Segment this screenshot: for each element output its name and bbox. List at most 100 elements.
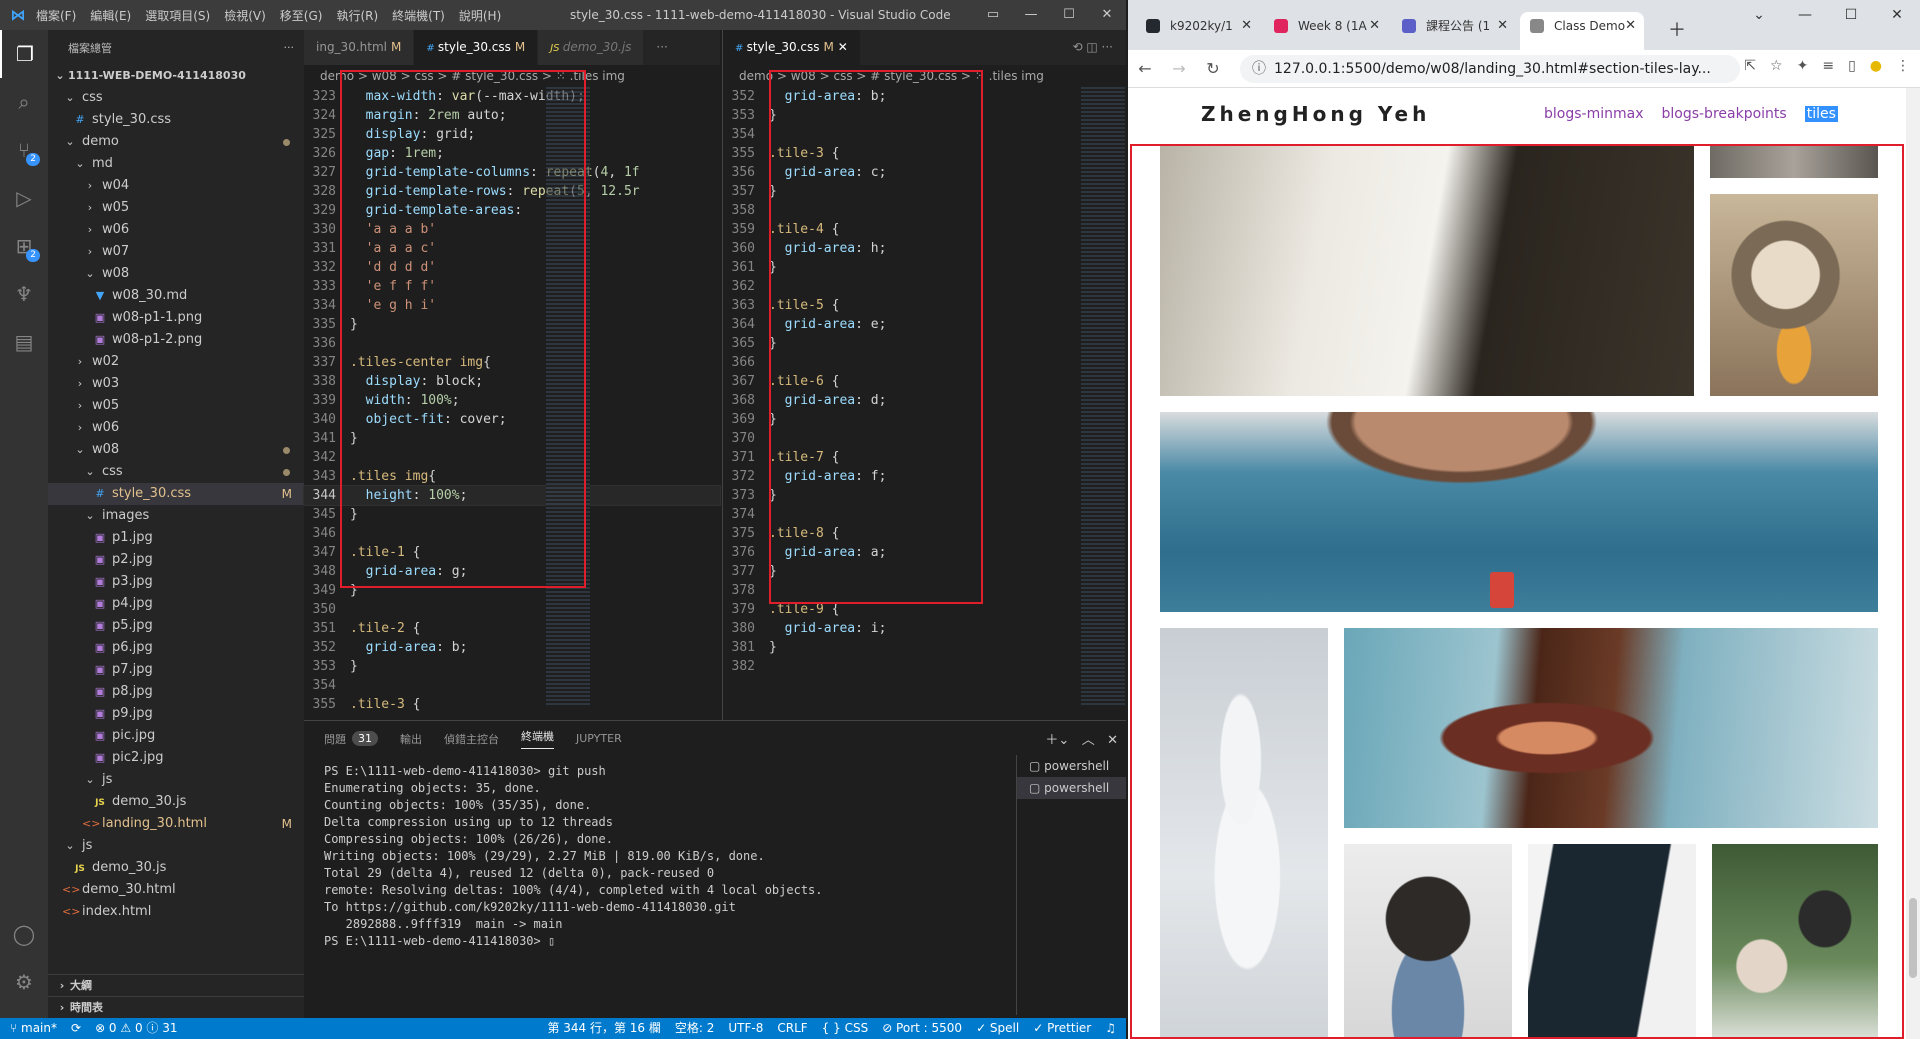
minimize-button[interactable]: — [1012,0,1050,30]
cursor-position[interactable]: 第 344 行，第 16 欄 [547,1018,660,1039]
tree-item[interactable]: ▣ p4.jpg [48,593,304,615]
profile-avatar[interactable]: ● [1870,58,1882,74]
close-tab-icon[interactable]: ✕ [1625,12,1636,40]
panel-tab[interactable]: 偵錯主控台 [444,731,499,747]
tree-item[interactable]: ▣ p2.jpg [48,549,304,571]
tree-item[interactable]: <> index.html [48,901,304,923]
python-icon[interactable]: ♆ [0,270,48,318]
sidebar-section-1[interactable]: › 時間表 [48,996,304,1018]
spell-status[interactable]: ✓ Spell [976,1018,1019,1039]
page-scrollbar[interactable] [1906,88,1920,1039]
panel-tab[interactable]: 輸出 [400,731,422,747]
tree-item[interactable]: › w05 [48,395,304,417]
tree-item[interactable]: ▣ w08-p1-2.png [48,329,304,351]
account-icon[interactable]: ◯ [0,910,48,958]
terminal-instance[interactable]: ▢ powershell [1017,777,1126,799]
tree-item[interactable]: ⌄ w08 [48,263,304,285]
extensions-icon[interactable]: ⊞ 2 [0,222,48,270]
bookmark-star-icon[interactable]: ☆ [1770,58,1783,74]
branch-status[interactable]: ⑂ main* [10,1018,57,1039]
tree-item[interactable]: › w02 [48,351,304,373]
sync-icon[interactable]: ⟳ [71,1018,81,1039]
sidebar-section-0[interactable]: › 大綱 [48,974,304,996]
tree-item[interactable]: › w04 [48,175,304,197]
editor-tab[interactable]: JS demo_30.js [538,30,645,65]
browser-close-button[interactable]: ✕ [1874,0,1920,30]
menu-item[interactable]: 移至(G) [280,9,323,23]
panel-tab[interactable]: JUPYTER [576,732,622,745]
live-server-status[interactable]: ⊘ Port : 5500 [882,1018,962,1039]
editor-tab[interactable]: # style_30.css M [414,30,539,65]
menu-kebab-icon[interactable]: ⋮ [1896,58,1910,74]
panel-tab[interactable]: 問題 [324,731,346,747]
notifications-icon[interactable]: ♫ [1105,1018,1116,1039]
menu-item[interactable]: 說明(H) [459,9,501,23]
more-actions-icon[interactable]: ··· [284,41,295,54]
tree-item[interactable]: ⌄ w08 [48,439,304,461]
address-bar[interactable]: ⓘ 127.0.0.1:5500/demo/w08/landing_30.html… [1240,55,1740,83]
tree-item[interactable]: › w07 [48,241,304,263]
browser-tab[interactable]: Week 8 (1A ✕ [1264,12,1388,50]
site-nav-link[interactable]: tiles [1804,106,1838,122]
site-brand[interactable]: ZhengHong Yeh [1201,102,1430,126]
reload-icon[interactable]: ↻ [1196,59,1230,78]
prettier-status[interactable]: ✓ Prettier [1033,1018,1091,1039]
site-nav-link[interactable]: blogs-breakpoints [1661,106,1786,122]
panel-controls[interactable]: ＋⌄ ︿ ✕ [1045,729,1118,748]
menu-item[interactable]: 檢視(V) [224,9,266,23]
tree-item[interactable]: <> landing_30.html M [48,813,304,835]
source-control-icon[interactable]: ⑂ 2 [0,126,48,174]
tree-item[interactable]: JS demo_30.js [48,791,304,813]
tree-item[interactable]: › w06 [48,417,304,439]
tree-item[interactable]: ▣ p3.jpg [48,571,304,593]
editor-actions[interactable]: ⟲ ◫ ··· [1060,30,1126,65]
tree-item[interactable]: ⌄ js [48,769,304,791]
tree-item[interactable]: # style_30.css [48,109,304,131]
indent-status[interactable]: 空格: 2 [675,1018,715,1039]
close-tab-icon[interactable]: ✕ [834,40,848,54]
extensions-puzzle-icon[interactable]: ✦ [1797,58,1809,74]
tree-item[interactable]: ▣ p7.jpg [48,659,304,681]
tree-item[interactable]: ⌄ css [48,87,304,109]
eol-status[interactable]: CRLF [777,1018,807,1039]
browser-maximize-button[interactable]: ☐ [1828,0,1874,30]
problems-status[interactable]: ⊗ 0 ⚠ 0 ⓘ 31 [95,1018,177,1039]
close-tab-icon[interactable]: ✕ [1497,12,1508,40]
tree-item[interactable]: ▣ w08-p1-1.png [48,307,304,329]
more-tabs-icon[interactable]: ··· [644,30,681,65]
terminal-output[interactable]: PS E:\1111-web-demo-411418030> git push E… [324,763,823,950]
terminal-instance[interactable]: ▢ powershell [1017,755,1126,777]
tree-item[interactable]: ⌄ js [48,835,304,857]
browser-tab[interactable]: Class Demo ✕ [1520,12,1644,50]
tree-item[interactable]: ⌄ css [48,461,304,483]
settings-gear-icon[interactable]: ⚙ [0,958,48,1006]
close-tab-icon[interactable]: ✕ [1369,12,1380,40]
maximize-button[interactable]: ☐ [1050,0,1088,30]
tree-item[interactable]: ▣ p9.jpg [48,703,304,725]
tree-item[interactable]: <> demo_30.html [48,879,304,901]
editor-tab[interactable]: ing_30.html M [304,30,415,65]
tree-item[interactable]: › w05 [48,197,304,219]
media-icon[interactable]: ≡ [1822,58,1834,74]
editor-tab[interactable]: # style_30.css M ✕ [723,30,861,65]
tree-item[interactable]: ⌄ demo [48,131,304,153]
browser-tab[interactable]: 課程公告 (1 ✕ [1392,12,1516,50]
tree-item[interactable]: # style_30.css M [48,483,304,505]
share-icon[interactable]: ⇱ [1744,58,1756,74]
tree-item[interactable]: ▼ w08_30.md [48,285,304,307]
menu-item[interactable]: 檔案(F) [36,9,76,23]
language-status[interactable]: { } CSS [822,1018,869,1039]
layout-icon[interactable]: ▭ [974,0,1012,30]
close-button[interactable]: ✕ [1088,0,1126,30]
tab-search-icon[interactable]: ⌄ [1736,0,1782,30]
close-tab-icon[interactable]: ✕ [1241,12,1252,40]
run-debug-icon[interactable]: ▷ [0,174,48,222]
browser-tab[interactable]: k9202ky/1 ✕ [1136,12,1260,50]
tree-item[interactable]: › w03 [48,373,304,395]
back-icon[interactable]: ← [1128,59,1162,78]
minimap-2[interactable] [1081,87,1125,707]
forward-icon[interactable]: → [1162,59,1196,78]
site-nav-link[interactable]: blogs-minmax [1544,106,1643,122]
tree-item[interactable]: ⌄ md [48,153,304,175]
tree-item[interactable]: ▣ p1.jpg [48,527,304,549]
